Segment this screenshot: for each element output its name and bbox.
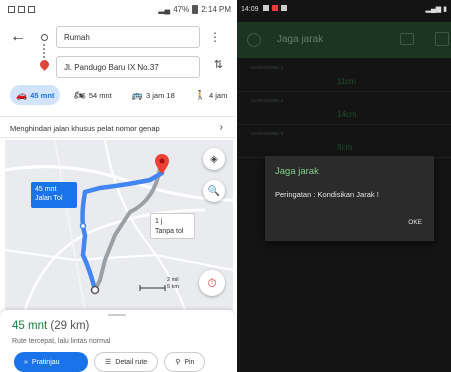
- speed-limit-icon[interactable]: ⏱: [199, 270, 225, 296]
- chevron-right-icon: ›: [219, 122, 223, 133]
- mode-transit[interactable]: 🚌 3 jam 18: [126, 85, 181, 105]
- transit-icon: 🚌: [131, 89, 143, 100]
- signal-battery-icons: ▂▄▆ ▮: [425, 6, 447, 13]
- map-scale: 2 mil 5 km: [167, 277, 179, 291]
- app-title: Jaga jarak: [277, 34, 324, 45]
- sheet-handle[interactable]: [108, 314, 126, 316]
- list-icon: ☰: [105, 359, 112, 366]
- battery-level: 47%: [173, 5, 190, 14]
- warning-dialog: Jaga jarak Peringatan : Kondisikan Jarak…: [265, 156, 434, 241]
- pin-icon: ⚲: [175, 359, 181, 366]
- mode-car-label: 45 mnt: [30, 90, 55, 100]
- map-view[interactable]: 45 mnt Jalan Tol 1 j Tanpa tol ◈ 🔍 2 mil…: [5, 140, 233, 310]
- status-time-right: 14:09: [241, 6, 259, 13]
- battery-icon: [192, 5, 199, 14]
- scale-km: 5 km: [167, 284, 179, 290]
- status-bar-left: ▂▄ 47% 2:14 PM: [0, 0, 235, 20]
- destination-field[interactable]: Jl. Pandugo Baru IX No.37: [56, 56, 200, 78]
- maps-screen: ▂▄ 47% 2:14 PM ← Rumah Jl. Pandugo Baru …: [0, 0, 235, 372]
- car-icon: 🚗: [16, 89, 28, 100]
- walk-icon: 🚶: [194, 89, 206, 100]
- origin-field[interactable]: Rumah: [56, 26, 200, 48]
- mode-walk-label: 4 jam: [209, 90, 228, 100]
- sensor-label: ULTRASONIK 3: [251, 131, 284, 136]
- restriction-notice[interactable]: Menghindari jalan khusus pelat nomor gen…: [0, 116, 235, 138]
- sensor-label: ULTRASONIK 2: [251, 98, 284, 103]
- route-label-no-toll-type: Tanpa tol: [155, 228, 184, 235]
- destination-pin-icon: [38, 58, 51, 71]
- restriction-text: Menghindari jalan khusus pelat nomor gen…: [10, 124, 160, 133]
- sensor-value: 14cm: [337, 110, 357, 119]
- preview-label: Pratinjau: [31, 358, 60, 366]
- origin-dot-icon: [41, 34, 48, 41]
- dialog-title: Jaga jarak: [275, 166, 319, 177]
- menu-icon[interactable]: [435, 32, 449, 46]
- pin-button[interactable]: ⚲ Pin: [164, 352, 206, 372]
- preview-button[interactable]: » Pratinjau: [14, 352, 88, 372]
- status-bar-right: 14:09 ▂▄▆ ▮: [237, 0, 451, 20]
- sensor-value: 8cm: [337, 143, 353, 152]
- route-label-toll-type: Jalan Tol: [35, 195, 63, 202]
- route-label-toll[interactable]: 45 mnt Jalan Tol: [31, 182, 77, 208]
- app-bar: Jaga jarak: [237, 22, 451, 58]
- sensor-value: 11cm: [337, 77, 356, 86]
- mode-transit-label: 3 jam 18: [146, 90, 175, 100]
- route-label-toll-time: 45 mnt: [35, 186, 57, 193]
- more-options-icon[interactable]: ⋮: [209, 30, 221, 44]
- route-label-no-toll-time: 1 j: [155, 218, 163, 225]
- app-logo-icon: [247, 33, 261, 47]
- route-summary-sheet: 45 mnt (29 km) Rute tercepat, lalu linta…: [0, 310, 235, 372]
- navigate-icon: »: [24, 358, 28, 366]
- sensor-row: ULTRASONIK 3 8cm: [237, 126, 451, 158]
- swap-icon[interactable]: ⇅: [214, 58, 223, 71]
- back-arrow-icon[interactable]: ←: [10, 28, 26, 46]
- signal-icon: ▂▄: [158, 5, 171, 14]
- ok-button[interactable]: OKE: [408, 219, 422, 226]
- route-connector: [43, 44, 45, 58]
- scale-miles: 2 mil: [167, 277, 179, 283]
- route-label-no-toll[interactable]: 1 j Tanpa tol: [150, 213, 195, 239]
- dialog-message: Peringatan : Kondisikan Jarak !: [275, 190, 379, 199]
- mode-motorcycle[interactable]: 🏍 54 mnt: [68, 85, 117, 105]
- mode-car[interactable]: 🚗 45 mnt: [10, 85, 61, 105]
- status-time: 2:14 PM: [201, 5, 231, 14]
- search-icon[interactable]: 🔍: [203, 180, 225, 202]
- travel-modes: 🚗 45 mnt 🏍 54 mnt 🚌 3 jam 18 🚶 4 jam: [10, 85, 235, 105]
- sensor-row: ULTRASONIK 1 11cm: [237, 60, 451, 92]
- duration-value: 45 mnt: [12, 320, 48, 332]
- route-detail-label: Detail rute: [115, 358, 148, 366]
- distance-value: (29 km): [50, 320, 90, 332]
- notification-icons-right: [263, 5, 287, 11]
- mode-walk[interactable]: 🚶 4 jam: [189, 85, 234, 105]
- bluetooth-connect-icon[interactable]: [400, 33, 414, 45]
- sensor-label: ULTRASONIK 1: [251, 65, 284, 70]
- layers-icon[interactable]: ◈: [203, 148, 225, 170]
- pin-label: Pin: [184, 358, 195, 366]
- route-inputs: ← Rumah Jl. Pandugo Baru IX No.37 ⋮ ⇅: [0, 22, 235, 82]
- sensor-row: ULTRASONIK 2 14cm: [237, 93, 451, 125]
- motorcycle-icon: 🏍: [74, 89, 86, 100]
- route-duration: 45 mnt (29 km): [12, 320, 89, 332]
- route-detail-button[interactable]: ☰ Detail rute: [94, 352, 159, 372]
- route-description: Rute tercepat, lalu lintas normal: [12, 338, 111, 345]
- mode-motorcycle-label: 54 mnt: [88, 90, 112, 100]
- notification-icons: [8, 6, 35, 13]
- sheet-actions: » Pratinjau ☰ Detail rute ⚲ Pin: [14, 352, 206, 372]
- distance-app-screen: 14:09 ▂▄▆ ▮ Jaga jarak ULTRASONIK 1 11cm…: [237, 0, 451, 372]
